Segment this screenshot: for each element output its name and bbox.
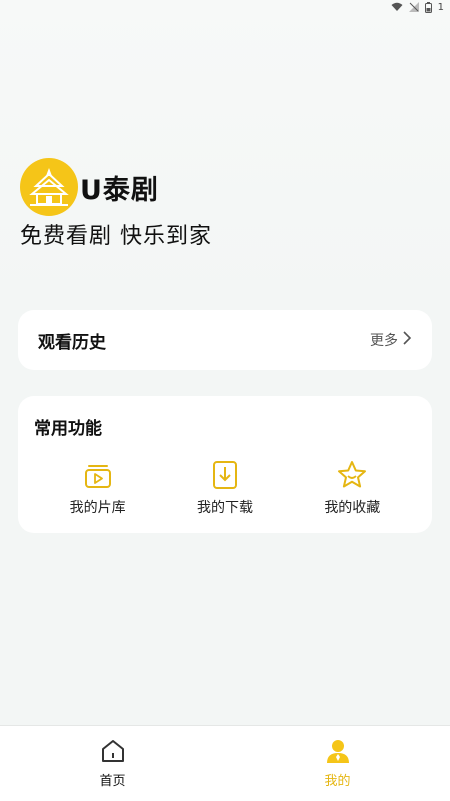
- chevron-right-icon: [402, 331, 412, 349]
- star-icon: [336, 459, 368, 491]
- brand-header: U泰剧: [20, 158, 159, 216]
- header-background: [0, 0, 450, 300]
- my-favorites-button[interactable]: 我的收藏: [297, 459, 407, 517]
- my-library-button[interactable]: 我的片库: [43, 459, 153, 517]
- feature-label: 我的下载: [196, 500, 253, 516]
- my-downloads-button[interactable]: 我的下载: [170, 459, 280, 517]
- watch-history-title: 观看历史: [38, 332, 106, 353]
- nav-home[interactable]: 首页: [0, 726, 225, 801]
- user-icon: [325, 738, 351, 768]
- status-bar: 1: [0, 0, 450, 14]
- features-row: 我的片库 我的下载 我的收藏: [34, 459, 416, 517]
- nav-mine-label: 我的: [324, 774, 351, 789]
- download-icon: [209, 459, 241, 491]
- nav-home-label: 首页: [99, 774, 126, 789]
- bottom-nav: 首页 我的: [0, 725, 450, 801]
- feature-label: 我的片库: [69, 500, 126, 516]
- watch-history-card[interactable]: 观看历史 更多: [18, 310, 432, 370]
- more-link[interactable]: 更多: [370, 330, 412, 350]
- temple-icon: [29, 168, 69, 206]
- battery-level: 1: [437, 1, 444, 13]
- home-icon: [100, 738, 126, 768]
- more-label: 更多: [370, 333, 398, 349]
- battery-icon: [424, 1, 432, 13]
- common-features-card: 常用功能 我的片库 我的下载 我的收藏: [18, 396, 432, 533]
- nav-mine[interactable]: 我的: [225, 726, 450, 801]
- app-logo: [20, 158, 78, 216]
- app-name: U泰剧: [80, 174, 159, 206]
- app-slogan: 免费看剧 快乐到家: [20, 224, 212, 249]
- features-title: 常用功能: [34, 419, 102, 439]
- feature-label: 我的收藏: [324, 500, 381, 516]
- wifi-icon: [391, 2, 403, 12]
- signal-icon: [408, 2, 419, 12]
- library-icon: [82, 459, 114, 491]
